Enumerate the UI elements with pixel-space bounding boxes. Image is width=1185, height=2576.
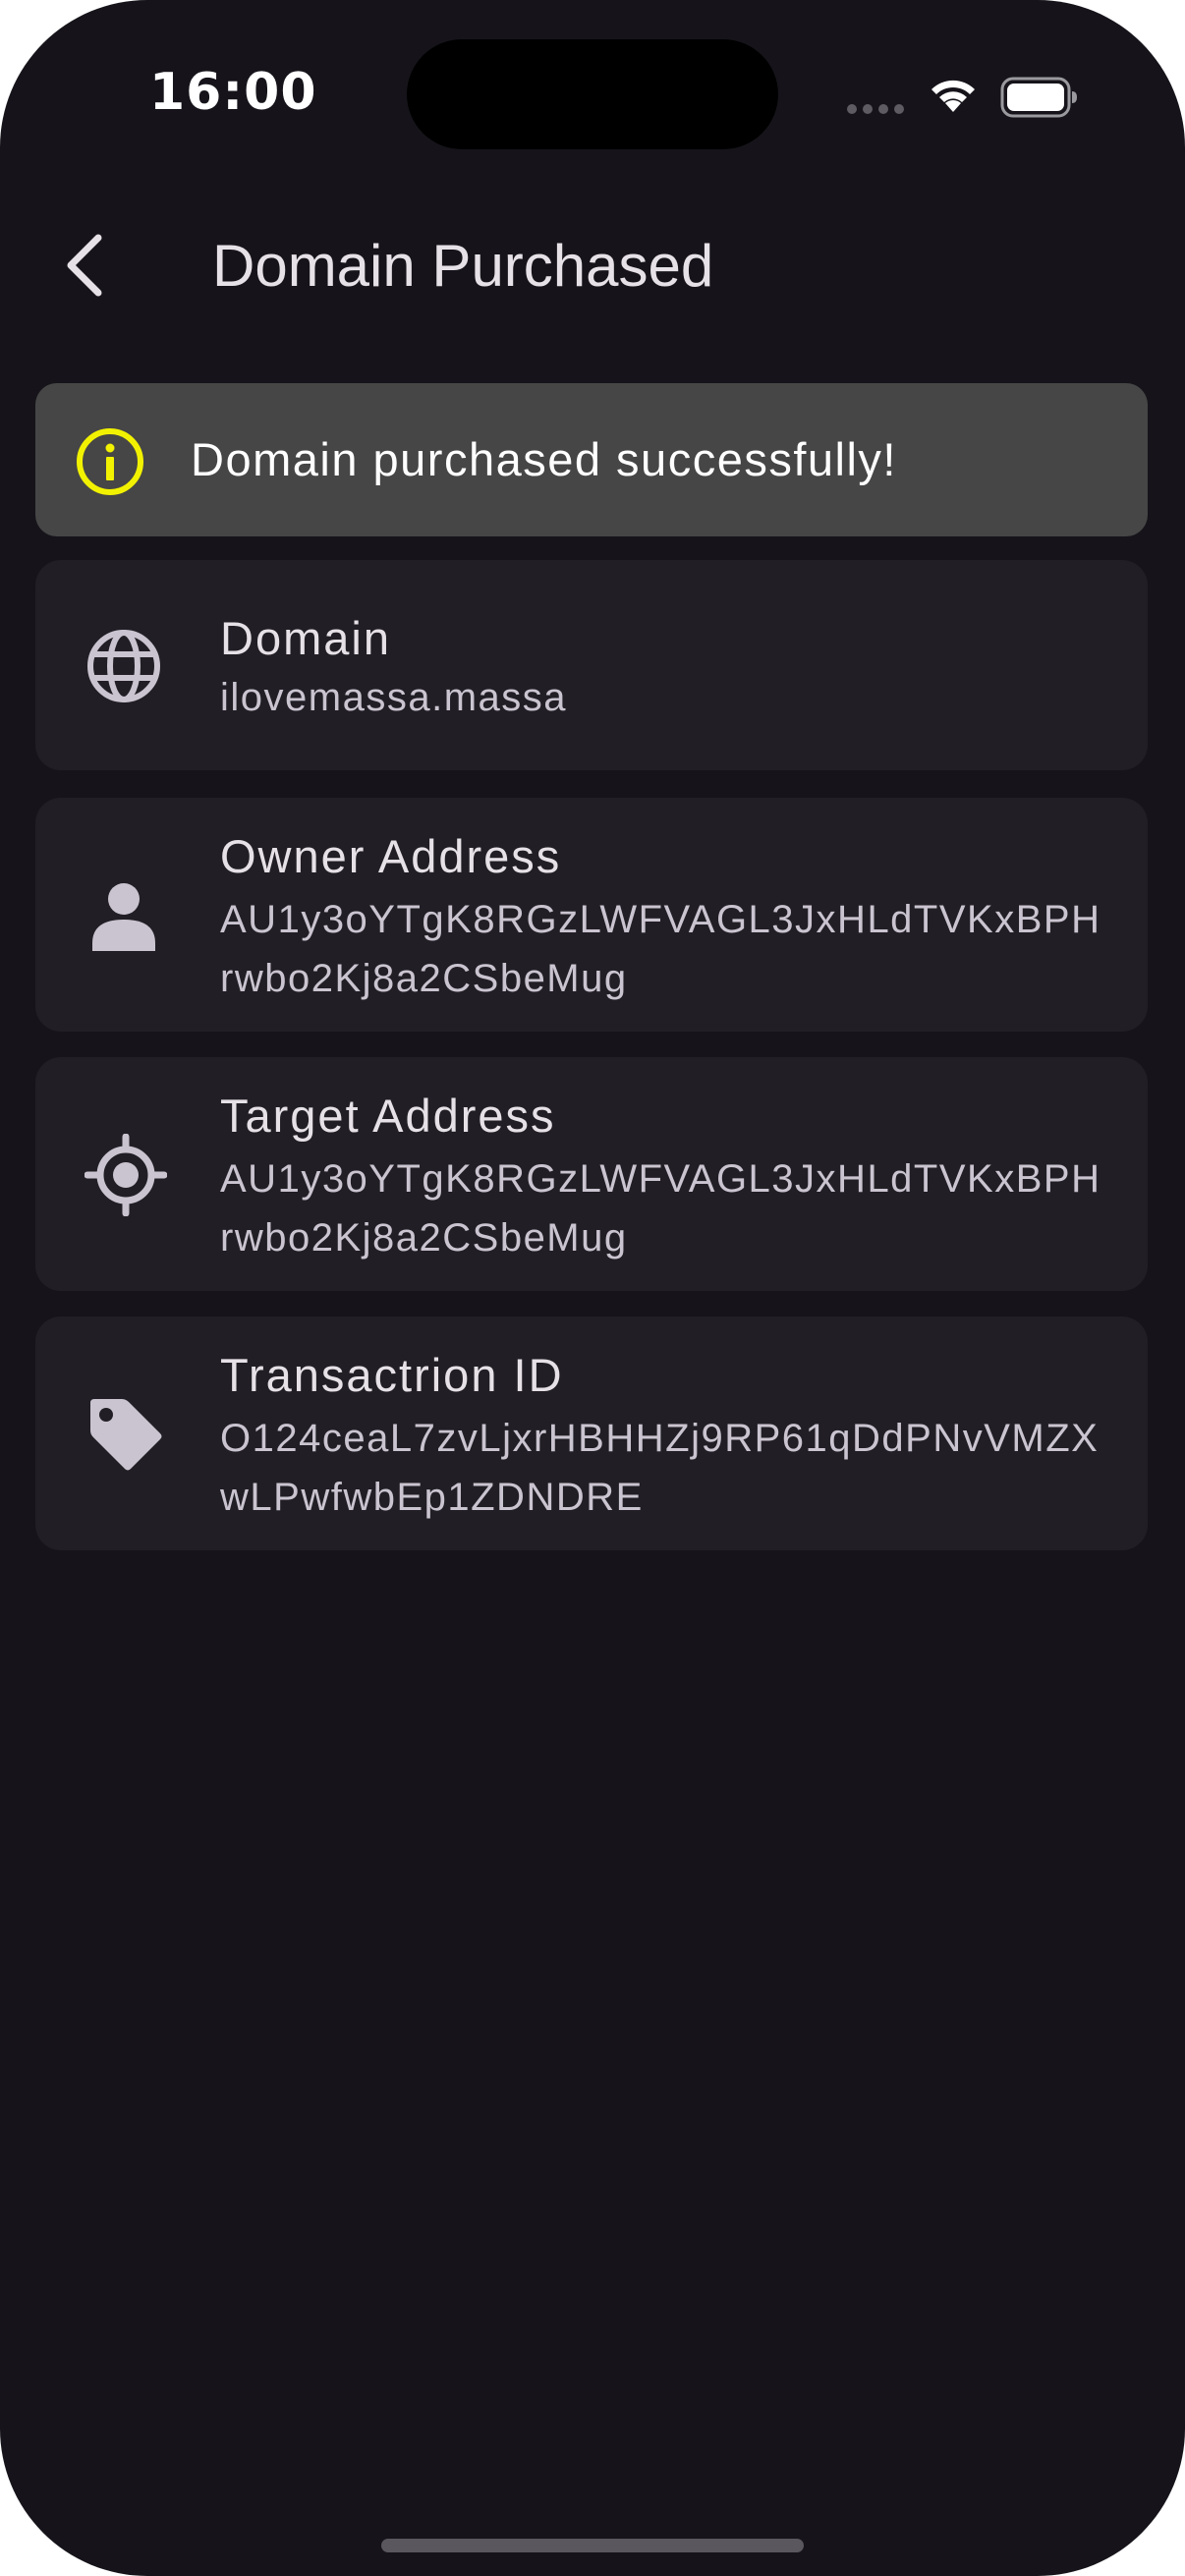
status-time: 16:00: [149, 63, 317, 122]
phone-screen: 16:00 Domain Purchased Domain purchased …: [0, 0, 1185, 2576]
success-banner: Domain purchased successfully!: [35, 383, 1148, 536]
owner-address-card: Owner Address AU1y3oYTgK8RGzLWFVAGL3JxHL…: [35, 798, 1148, 1032]
back-arrow-icon[interactable]: [59, 224, 118, 307]
card-label-owner: Owner Address: [220, 830, 562, 882]
card-label-domain: Domain: [220, 612, 391, 664]
home-indicator[interactable]: [381, 2539, 804, 2552]
card-value-domain: ilovemassa.massa: [220, 676, 568, 719]
tag-icon: [90, 1399, 162, 1471]
card-label-transaction: Transactrion ID: [220, 1349, 564, 1401]
dynamic-island: [407, 39, 778, 149]
person-icon: [92, 883, 155, 951]
page-title: Domain Purchased: [212, 233, 714, 299]
card-label-target: Target Address: [220, 1090, 556, 1142]
card-value-owner: AU1y3oYTgK8RGzLWFVAGL3JxHLdTVKxBPHrwbo2K…: [220, 898, 1101, 1000]
wifi-icon: [931, 80, 975, 112]
globe-icon: [87, 630, 160, 702]
card-value-transaction: O124ceaL7zvLjxrHBHHZj9RP61qDdPNvVMZXwLPw…: [220, 1417, 1100, 1519]
target-icon: [85, 1134, 167, 1216]
transaction-id-card: Transactrion ID O124ceaL7zvLjxrHBHHZj9RP…: [35, 1316, 1148, 1550]
target-address-card: Target Address AU1y3oYTgK8RGzLWFVAGL3JxH…: [35, 1057, 1148, 1291]
cellular-signal-icon: [847, 104, 904, 114]
domain-card: Domain ilovemassa.massa: [35, 560, 1148, 770]
info-icon: [77, 428, 143, 495]
banner-message: Domain purchased successfully!: [191, 433, 897, 485]
battery-icon: [1000, 77, 1077, 118]
card-value-target: AU1y3oYTgK8RGzLWFVAGL3JxHLdTVKxBPHrwbo2K…: [220, 1157, 1101, 1260]
